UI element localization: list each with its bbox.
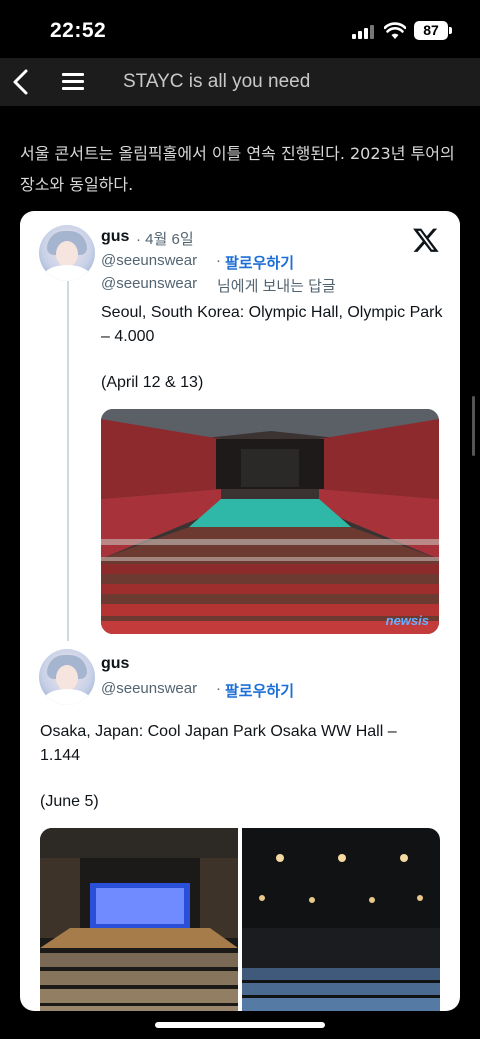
tweet-photo-ww-hall-stage[interactable] — [40, 828, 238, 1011]
x-logo-icon[interactable] — [412, 226, 440, 254]
embedded-tweet-card[interactable]: gus · 4월 6일 @seeunswear · 팔로우하기 @seeunsw… — [20, 211, 460, 1011]
chevron-left-icon[interactable] — [6, 66, 38, 98]
hamburger-menu-icon[interactable] — [60, 70, 86, 94]
avatar[interactable] — [39, 225, 95, 281]
meta-separator: · — [216, 680, 221, 697]
tweet-author-handle[interactable]: @seeunswear — [101, 680, 197, 697]
olympic-hall-image — [101, 409, 439, 634]
tweet-text-date: (June 5) — [40, 793, 99, 810]
reply-to-handle[interactable]: @seeunswear — [101, 275, 197, 292]
tweet-author-name[interactable]: gus — [101, 655, 129, 673]
thread-line — [67, 281, 69, 641]
tweet-text: Seoul, South Korea: Olympic Hall, Olympi… — [101, 304, 443, 345]
tweet-author-name[interactable]: gus — [101, 228, 129, 246]
article-paragraph: 서울 콘서트는 올림픽홀에서 이틀 연속 진행된다. 2023년 투어의 장소와… — [20, 144, 455, 194]
tweet-text-date: (April 12 & 13) — [101, 374, 204, 391]
battery-tip — [449, 27, 452, 34]
cellular-signal-icon — [352, 25, 374, 39]
reply-to-suffix: 님에게 보내는 답글 — [217, 278, 336, 295]
status-bar: 22:52 87 — [0, 0, 480, 58]
tweet-photo-ww-hall-seats[interactable] — [242, 828, 440, 1011]
page-title: STAYC is all you need — [123, 71, 311, 92]
meta-separator: · — [216, 252, 221, 269]
tweet-photo-olympic-hall[interactable]: newsis — [101, 409, 439, 634]
home-indicator[interactable] — [155, 1022, 325, 1028]
follow-button[interactable]: 팔로우하기 — [225, 680, 294, 701]
ww-hall-seats-image — [242, 828, 440, 1011]
tweet-author-handle[interactable]: @seeunswear — [101, 252, 197, 269]
wifi-icon — [384, 22, 406, 39]
ww-hall-stage-image — [40, 828, 238, 1011]
scrollbar-thumb[interactable] — [472, 396, 475, 456]
tweet-text: Osaka, Japan: Cool Japan Park Osaka WW H… — [40, 723, 397, 764]
status-time: 22:52 — [50, 19, 107, 42]
follow-button[interactable]: 팔로우하기 — [225, 252, 294, 273]
tweet-date[interactable]: · 4월 6일 — [136, 228, 194, 249]
battery-indicator: 87 — [414, 21, 448, 40]
nav-bar: STAYC is all you need — [0, 58, 480, 106]
photo-watermark: newsis — [385, 613, 429, 628]
avatar[interactable] — [39, 649, 95, 705]
